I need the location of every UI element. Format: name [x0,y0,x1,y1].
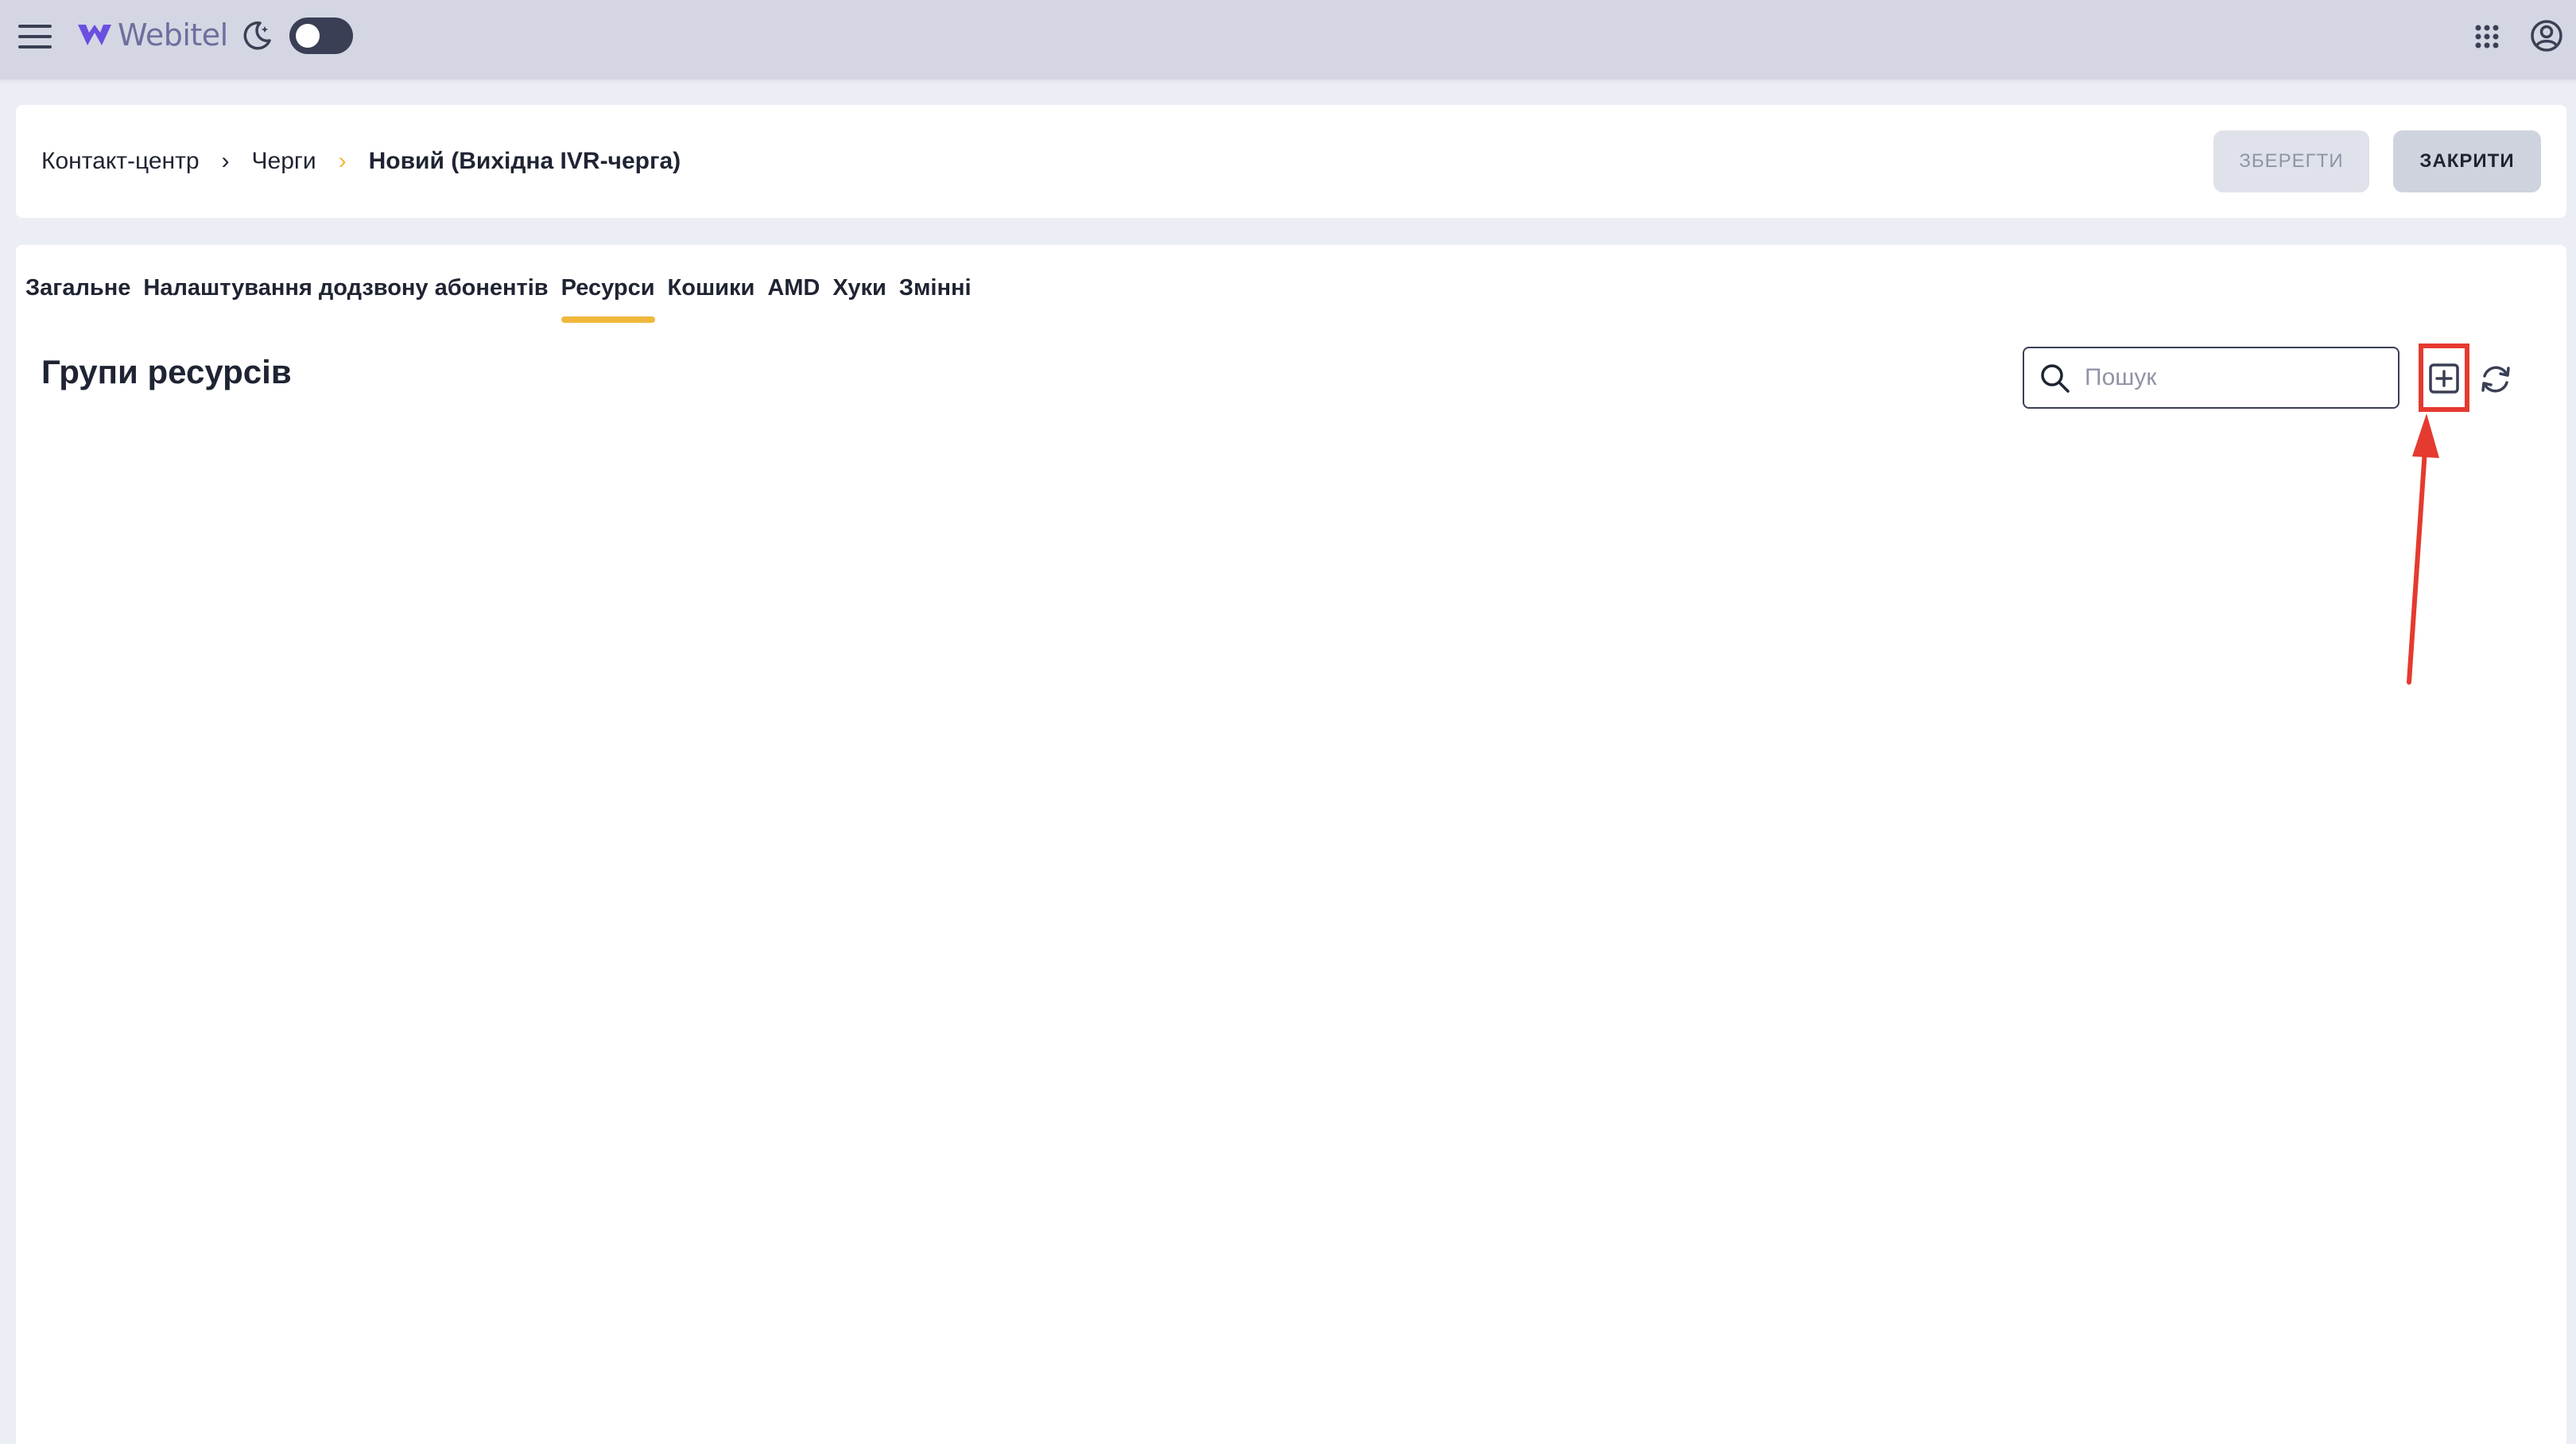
annotation-arrow [2407,413,2439,685]
